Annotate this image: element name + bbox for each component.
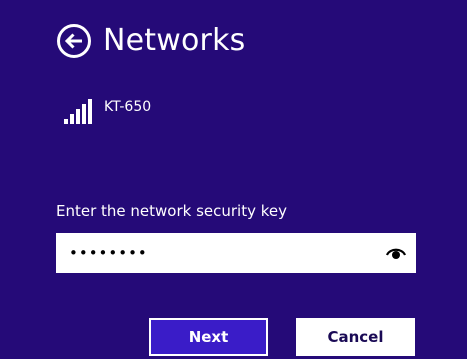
back-arrow-icon[interactable] xyxy=(56,23,92,59)
security-key-field xyxy=(56,233,416,273)
network-name: KT-650 xyxy=(104,99,152,115)
networks-header: Networks xyxy=(56,20,246,62)
wifi-signal-icon xyxy=(64,96,94,124)
page-title: Networks xyxy=(103,23,246,58)
security-key-label: Enter the network security key xyxy=(56,202,288,220)
next-button[interactable]: Next xyxy=(149,318,268,356)
eye-reveal-icon[interactable] xyxy=(386,245,406,261)
network-item-kt-650[interactable]: KT-650 xyxy=(64,96,151,124)
cancel-button[interactable]: Cancel xyxy=(296,318,415,356)
security-key-input[interactable] xyxy=(56,233,366,273)
